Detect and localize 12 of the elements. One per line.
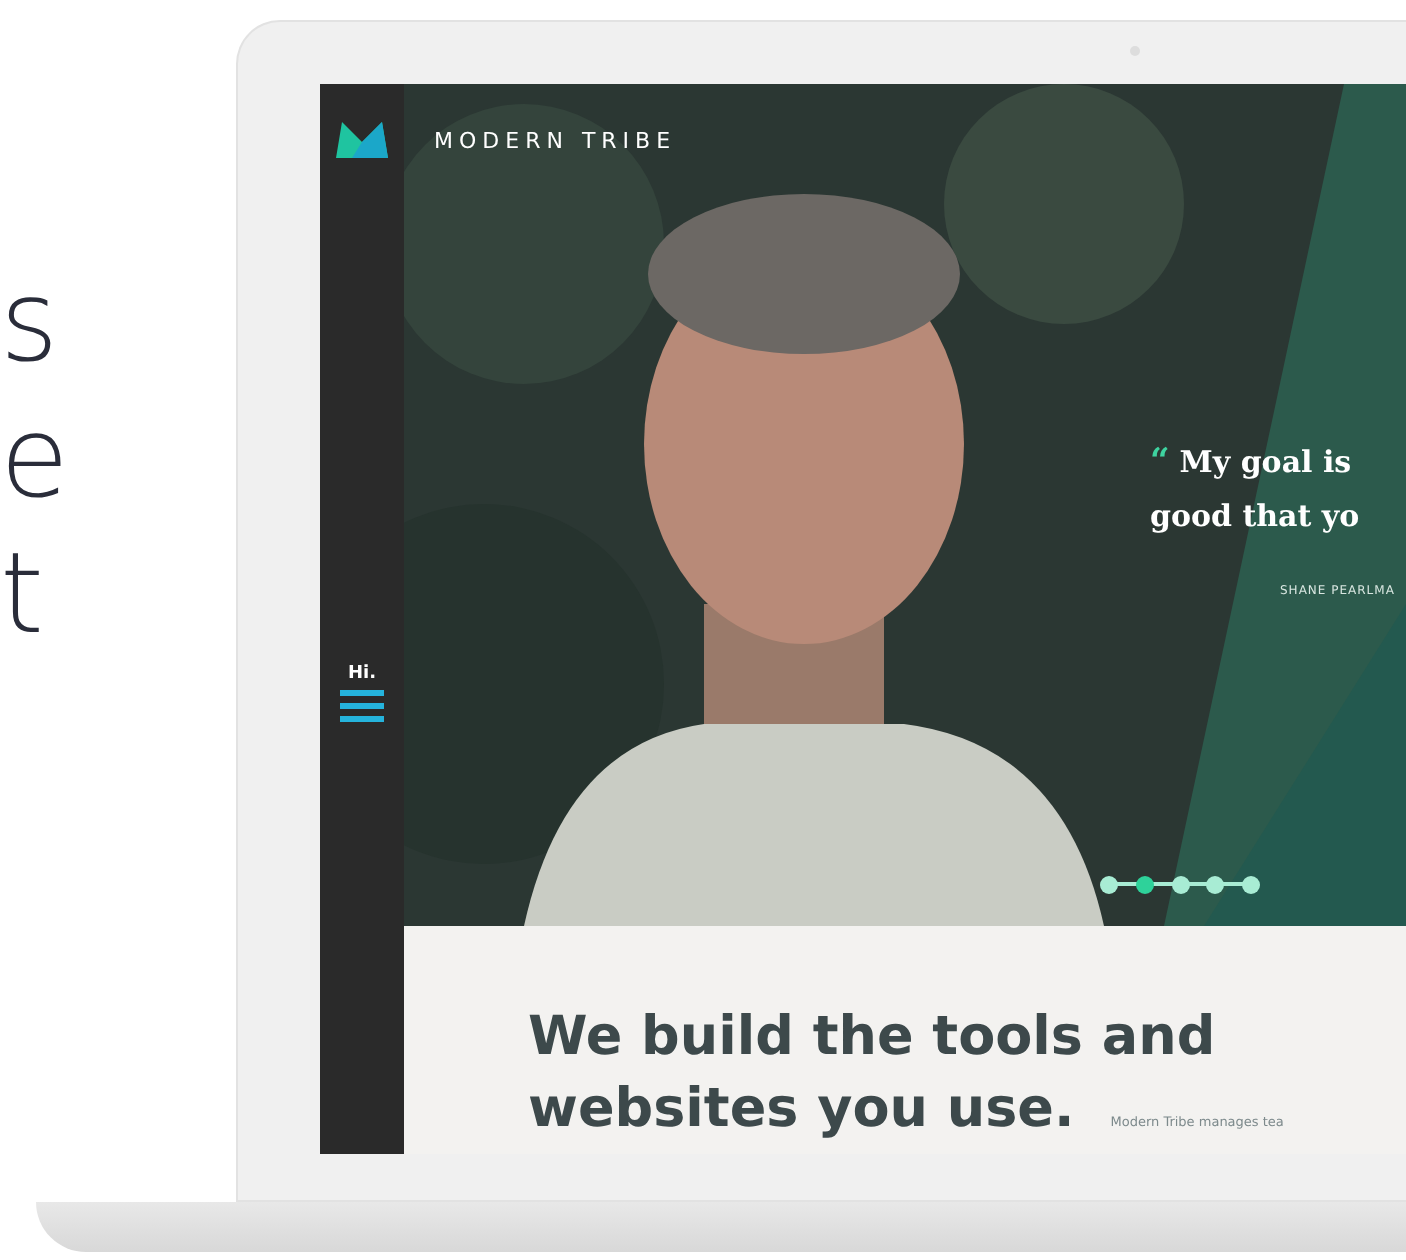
- quote-text: good that yo: [1150, 496, 1360, 538]
- cropped-heading-letter: e: [0, 396, 69, 524]
- cropped-heading-letter: t: [0, 532, 44, 660]
- menu-icon[interactable]: [340, 690, 384, 722]
- quote-mark: “: [1150, 442, 1170, 482]
- headline-line: We build the tools and: [528, 1004, 1216, 1072]
- brand-name[interactable]: MODERN TRIBE: [434, 128, 677, 154]
- logo-icon[interactable]: [336, 118, 388, 158]
- menu-label[interactable]: Hi.: [347, 664, 377, 684]
- headline-line: websites you use.: [528, 1076, 1075, 1144]
- cropped-heading-letter: s: [0, 260, 59, 388]
- quote-text: My goal is: [1179, 442, 1352, 484]
